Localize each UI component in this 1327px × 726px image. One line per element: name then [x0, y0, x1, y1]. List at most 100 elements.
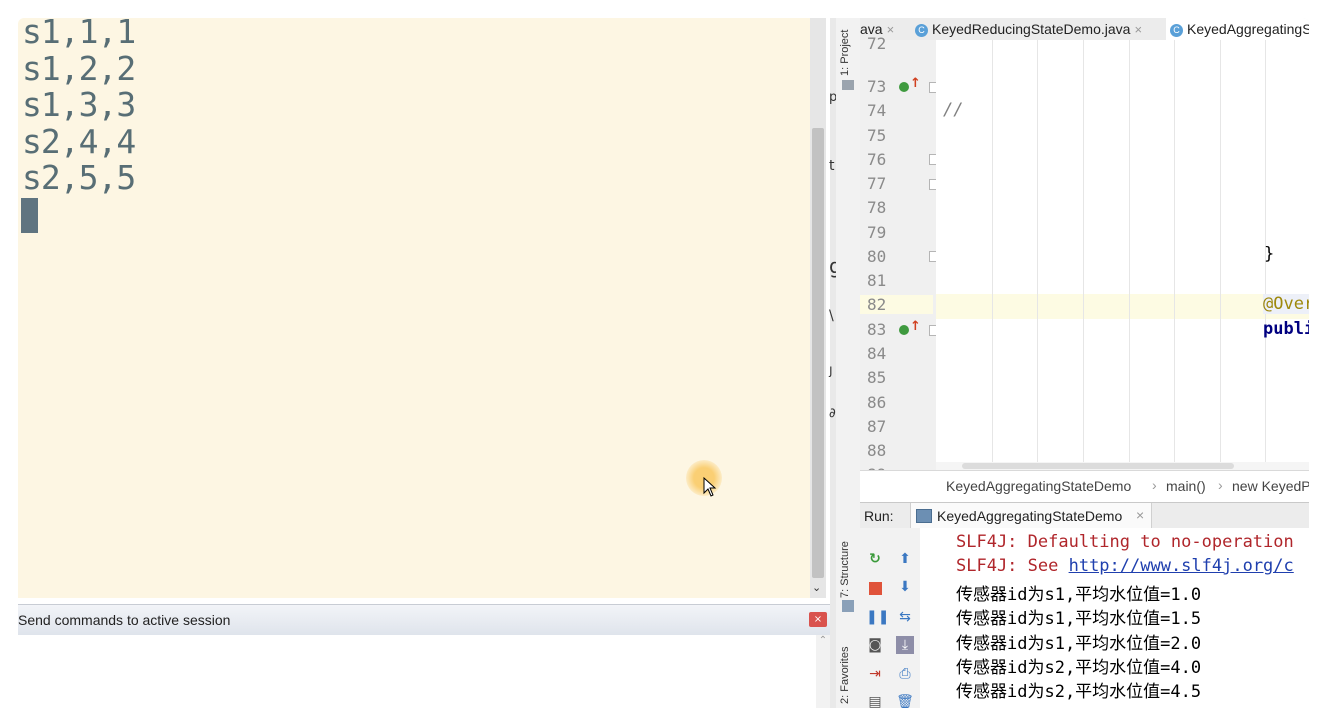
line-number: 87 [867, 417, 887, 436]
class-icon: C [915, 24, 928, 37]
soft-wrap-icon[interactable]: ⇆ [896, 608, 914, 626]
terminal-line: s1,3,3 [22, 85, 136, 124]
editor-tabs: ava × C KeyedReducingStateDemo.java × C Keye… [860, 18, 1309, 41]
line-number: 72 [867, 34, 887, 53]
code-comment: // [943, 100, 964, 120]
line-number: 75 [867, 126, 887, 145]
breadcrumb-item[interactable]: KeyedAggregatingStateDemo [946, 478, 1131, 494]
run-config-icon [916, 509, 932, 523]
console-line: SLF4J: See http://www.slf4j.org/c [956, 556, 1294, 576]
terminal-line: s1,1,1 [22, 18, 136, 51]
line-number: 73 [867, 77, 887, 96]
send-commands-label: Send commands to active session [18, 612, 231, 628]
line-number-current: 82 [860, 295, 933, 314]
project-tool-tab[interactable]: 1: Project [839, 30, 851, 76]
tab-label: KeyedAggregatingStateDemo.java [1187, 21, 1309, 37]
run-label: Run: [864, 508, 894, 524]
close-icon[interactable]: × [809, 612, 827, 627]
terminal-output[interactable]: s1,1,1 s1,2,2 s1,3,3 s2,4,4 s2,5,5 [18, 18, 810, 598]
terminal-lines: s1,1,1 s1,2,2 s1,3,3 s2,4,4 s2,5,5 [22, 18, 136, 197]
scrollbar-thumb[interactable] [812, 128, 824, 578]
layout-icon[interactable]: ▤ [866, 693, 884, 708]
background-fragment: ȷ [829, 363, 833, 378]
terminal-line: s2,5,5 [22, 158, 136, 197]
screen: s1,1,1 s1,2,2 s1,3,3 s2,4,4 s2,5,5 ⌄ Sen… [18, 18, 1309, 708]
structure-icon[interactable] [842, 600, 854, 612]
breadcrumb: KeyedAggregatingStateDemo › main() › new… [860, 470, 1309, 502]
close-tab-icon[interactable]: × [1136, 507, 1144, 523]
line-number: 79 [867, 223, 887, 242]
exit-icon[interactable]: ⇥ [866, 665, 884, 683]
project-structure-icon[interactable] [842, 80, 854, 90]
indent-guide [1174, 40, 1175, 470]
favorites-tool-tab[interactable]: 2: Favorites [839, 647, 851, 704]
breadcrumb-separator-icon: › [1152, 477, 1157, 493]
background-fragment: t [829, 158, 835, 174]
background-fragment: ∂ [829, 406, 836, 421]
code-keyword: public [1263, 319, 1309, 339]
mouse-pointer-icon [703, 477, 717, 497]
editor-horizontal-scrollbar[interactable] [936, 462, 1309, 470]
arrow-down-icon[interactable]: ⬇ [896, 578, 914, 596]
run-console[interactable]: SLF4J: Defaulting to no-operation SLF4J:… [920, 528, 1309, 708]
run-config-label: KeyedAggregatingStateDemo [937, 508, 1123, 524]
close-tab-icon[interactable]: × [1134, 22, 1142, 37]
console-line: SLF4J: Defaulting to no-operation [956, 532, 1294, 552]
close-tab-icon[interactable]: × [887, 22, 895, 37]
line-number: 84 [867, 344, 887, 363]
line-number: 85 [867, 368, 887, 387]
terminal-line: s2,4,4 [22, 121, 136, 161]
terminal-cursor [21, 198, 38, 233]
run-tool-header: Run: KeyedAggregatingStateDemo × [860, 502, 1309, 530]
scroll-down-icon[interactable]: ⌄ [812, 581, 821, 594]
slf4j-link[interactable]: http://www.slf4j.org/c [1069, 556, 1294, 576]
line-number: 81 [867, 271, 887, 290]
line-number: 76 [867, 150, 887, 169]
trash-icon[interactable]: 🗑 [896, 693, 914, 708]
class-icon: C [1170, 24, 1183, 37]
tab-keyed-reducing-state-demo[interactable]: C KeyedReducingStateDemo.java × [915, 18, 1142, 40]
console-line: 传感器id为s2,平均水位值=4.5 [956, 682, 1202, 702]
line-number: 77 [867, 174, 887, 193]
line-number: 78 [867, 198, 887, 217]
run-toolbar-left: ↻ ❚❚ ◙ ⇥ ▤ [860, 528, 891, 708]
breadcrumb-separator-icon: › [1218, 477, 1223, 493]
run-toolbar-right: ⬆ ⬇ ⇆ ⤓ ⎙ 🗑 [890, 528, 921, 708]
background-fragment: \ [829, 308, 834, 324]
command-input[interactable] [18, 635, 830, 708]
line-number: 74 [867, 101, 887, 120]
scroll-to-end-icon[interactable]: ⤓ [896, 636, 914, 654]
stop-icon[interactable] [866, 580, 884, 598]
override-arrow-icon[interactable]: ↑ [910, 76, 921, 91]
line-number: 86 [867, 393, 887, 412]
breadcrumb-item[interactable]: new KeyedProcessFunction [1232, 478, 1309, 494]
structure-tool-tab[interactable]: 7: Structure [839, 541, 851, 598]
indent-guide [1129, 40, 1130, 470]
arrow-up-icon[interactable]: ⬆ [896, 550, 914, 568]
terminal-scrollbar[interactable]: ⌄ [810, 18, 826, 598]
pause-icon[interactable]: ❚❚ [866, 608, 889, 626]
camera-icon[interactable]: ◙ [866, 636, 884, 654]
code-annotation: @Override [1263, 294, 1309, 314]
indent-guide [1083, 40, 1084, 470]
breadcrumb-item[interactable]: main() [1166, 478, 1206, 494]
print-icon[interactable]: ⎙ [896, 665, 914, 683]
tab-run-config[interactable]: KeyedAggregatingStateDemo × [910, 503, 1152, 529]
console-line: 传感器id为s1,平均水位值=1.5 [956, 609, 1202, 629]
code-brace: } [1264, 244, 1275, 264]
line-number: 83 [867, 320, 887, 339]
override-arrow-icon[interactable]: ↑ [910, 319, 921, 334]
indent-guide [1220, 40, 1221, 470]
command-input-scrollbar[interactable]: ⌃ [816, 635, 830, 708]
terminal-line: s1,2,2 [22, 48, 136, 88]
implement-method-icon[interactable] [899, 325, 909, 335]
line-number: 80 [867, 247, 887, 266]
tab-keyed-aggregating-state-demo[interactable]: C KeyedAggregatingStateDemo.java [1166, 18, 1309, 40]
send-commands-bar: Send commands to active session × [18, 604, 830, 636]
code-editor[interactable]: // } @Override public [936, 40, 1309, 470]
implement-method-icon[interactable] [899, 82, 909, 92]
scrollbar-thumb[interactable] [962, 463, 1234, 469]
rerun-icon[interactable]: ↻ [866, 550, 884, 568]
ide-window: 1: Project 7: Structure 2: Favorites ava… [836, 18, 1309, 708]
console-text: SLF4J: See [956, 556, 1069, 576]
